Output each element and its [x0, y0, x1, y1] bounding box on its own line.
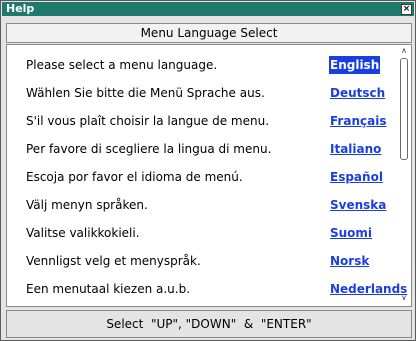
language-option-svenska[interactable]: Svenska: [329, 196, 387, 214]
title-bar: Help ×: [2, 2, 414, 16]
language-option-français[interactable]: Français: [329, 112, 387, 130]
language-row[interactable]: Välj menyn språken. Svenska: [7, 196, 399, 214]
language-row[interactable]: Escoja por favor el idioma de menú. Españ…: [7, 168, 399, 186]
language-option-italiano[interactable]: Italiano: [329, 140, 382, 158]
close-icon[interactable]: ×: [401, 4, 412, 15]
language-option-nederlands[interactable]: Nederlands: [329, 280, 408, 298]
language-prompt: Escoja por favor el idioma de menú.: [26, 170, 243, 184]
language-option-español[interactable]: Español: [329, 168, 384, 186]
language-row[interactable]: Please select a menu language. English: [7, 56, 399, 74]
language-row[interactable]: Wählen Sie bitte die Menü Sprache aus. De…: [7, 84, 399, 102]
footer-hint: Select "UP", "DOWN" & "ENTER": [6, 310, 412, 338]
language-list-panel: Please select a menu language. English Wäh…: [6, 44, 412, 307]
language-option-suomi[interactable]: Suomi: [329, 224, 373, 242]
scroll-down-icon[interactable]: ∨: [399, 293, 409, 303]
language-prompt: Please select a menu language.: [26, 58, 218, 72]
language-row[interactable]: Valitse valikkokieli. Suomi: [7, 224, 399, 242]
language-option-deutsch[interactable]: Deutsch: [329, 84, 386, 102]
language-prompt: Wählen Sie bitte die Menü Sprache aus.: [26, 86, 265, 100]
language-prompt: Vennligst velg et menyspråk.: [26, 254, 201, 268]
language-option-english[interactable]: English: [329, 56, 381, 74]
language-option-norsk[interactable]: Norsk: [329, 252, 370, 270]
window-title: Help: [6, 2, 35, 15]
language-prompt: Välj menyn språken.: [26, 198, 148, 212]
language-row[interactable]: S'il vous plaît choisir la langue de men…: [7, 112, 399, 130]
language-prompt: Een menutaal kiezen a.u.b.: [26, 282, 191, 296]
language-prompt: Per favore di scegliere la lingua di men…: [26, 142, 272, 156]
language-prompt: S'il vous plaît choisir la langue de men…: [26, 114, 270, 128]
language-row[interactable]: Vennligst velg et menyspråk. Norsk: [7, 252, 399, 270]
language-row[interactable]: Per favore di scegliere la lingua di men…: [7, 140, 399, 158]
language-row[interactable]: Een menutaal kiezen a.u.b. Nederlands: [7, 280, 407, 298]
vertical-scrollbar[interactable]: ∧ ∨: [399, 45, 409, 304]
help-window: Help × Menu Language Select Please selec…: [0, 0, 416, 341]
language-prompt: Valitse valikkokieli.: [26, 226, 140, 240]
scroll-up-icon[interactable]: ∧: [399, 46, 409, 56]
dialog-header: Menu Language Select: [6, 23, 412, 43]
scroll-thumb[interactable]: [400, 58, 408, 160]
